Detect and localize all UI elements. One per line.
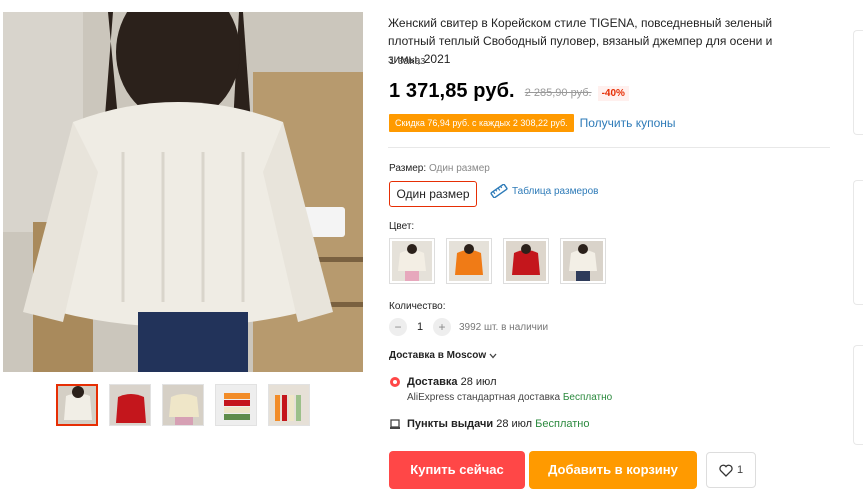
color-label: Цвет: <box>389 221 415 232</box>
size-table-label: Таблица размеров <box>512 185 599 197</box>
orders-count: 1 заказ <box>389 55 426 67</box>
delivery-date: 28 июл <box>460 376 497 388</box>
thumbnail-rack-icon <box>269 385 309 425</box>
discount-badge: -40% <box>597 85 629 101</box>
coupon-badge: Скидка 76,94 руб. с каждых 2 308,22 руб. <box>389 114 574 132</box>
thumbnail-red-icon <box>110 385 150 425</box>
cream-icon <box>563 241 603 281</box>
thumbnail-beige-icon <box>58 386 96 424</box>
color-option-orange[interactable] <box>446 238 492 284</box>
color-option-cream[interactable] <box>560 238 606 284</box>
sweater-photo-icon <box>3 12 363 372</box>
ruler-icon <box>490 184 508 198</box>
color-options <box>389 238 606 284</box>
thumbnail-5[interactable] <box>268 384 310 426</box>
stock-count: 3992 шт. в наличии <box>459 321 549 333</box>
side-panel-middle <box>853 180 863 305</box>
get-coupons-link[interactable]: Получить купоны <box>580 116 676 130</box>
add-to-cart-button[interactable]: Добавить в корзину <box>529 451 697 489</box>
product-title: Женский свитер в Корейском стиле TIGENA,… <box>388 16 773 66</box>
thumbnail-2[interactable] <box>109 384 151 426</box>
delivery-price: Бесплатно <box>562 392 613 403</box>
pickup-row: Пункты выдачи 28 июл Бесплатно <box>389 418 589 430</box>
size-label-row: Размер: Один размер <box>389 163 490 174</box>
red-icon <box>506 241 546 281</box>
quantity-stepper: − 1 + 3992 шт. в наличии <box>389 318 548 336</box>
orange-icon <box>449 241 489 281</box>
pickup-price: Бесплатно <box>535 418 590 430</box>
side-panel-top <box>853 30 863 135</box>
size-table-link[interactable]: Таблица размеров <box>490 184 598 198</box>
color-option-red[interactable] <box>503 238 549 284</box>
size-label: Размер: <box>389 163 427 174</box>
delivery-label: Доставка <box>407 376 458 388</box>
beige-icon <box>392 241 432 281</box>
quantity-plus-button[interactable]: + <box>433 318 451 336</box>
thumbnail-cream-icon <box>163 385 203 425</box>
thumbnail-3[interactable] <box>162 384 204 426</box>
pickup-point-icon <box>390 419 400 429</box>
price-row: 1 371,85 руб. 2 285,90 руб. -40% <box>389 80 629 103</box>
buy-now-button[interactable]: Купить сейчас <box>389 451 525 489</box>
wishlist-button[interactable]: 1 <box>706 452 756 488</box>
delivery-block: Доставка 28 июл AliExpress стандартная д… <box>389 376 612 403</box>
coupon-row: Скидка 76,94 руб. с каждых 2 308,22 руб.… <box>389 114 676 132</box>
quantity-label: Количество: <box>389 301 446 312</box>
location-pin-icon <box>390 377 400 387</box>
ship-to-label: Доставка в Moscow <box>389 350 487 361</box>
heart-icon <box>719 464 733 477</box>
thumbnail-4[interactable] <box>215 384 257 426</box>
quantity-minus-button[interactable]: − <box>389 318 407 336</box>
thumbnail-strip <box>56 384 310 426</box>
wishlist-count: 1 <box>736 464 744 476</box>
divider <box>388 147 830 148</box>
size-selected-value: Один размер <box>428 163 490 174</box>
delivery-service: AliExpress стандартная доставка <box>407 392 561 403</box>
product-main-image[interactable] <box>3 12 363 372</box>
ship-to-selector[interactable]: Доставка в Moscow <box>389 350 497 361</box>
color-option-beige[interactable] <box>389 238 435 284</box>
quantity-value[interactable]: 1 <box>407 321 433 333</box>
pickup-date: 28 июл <box>496 418 533 430</box>
old-price: 2 285,90 руб. <box>524 87 592 99</box>
size-option-one-size[interactable]: Один размер <box>389 181 477 207</box>
side-panel-bottom <box>853 345 863 445</box>
thumbnail-stack-icon <box>216 385 256 425</box>
chevron-down-icon <box>489 353 497 358</box>
current-price: 1 371,85 руб. <box>389 80 515 102</box>
pickup-label: Пункты выдачи <box>407 418 494 430</box>
thumbnail-1[interactable] <box>56 384 98 426</box>
